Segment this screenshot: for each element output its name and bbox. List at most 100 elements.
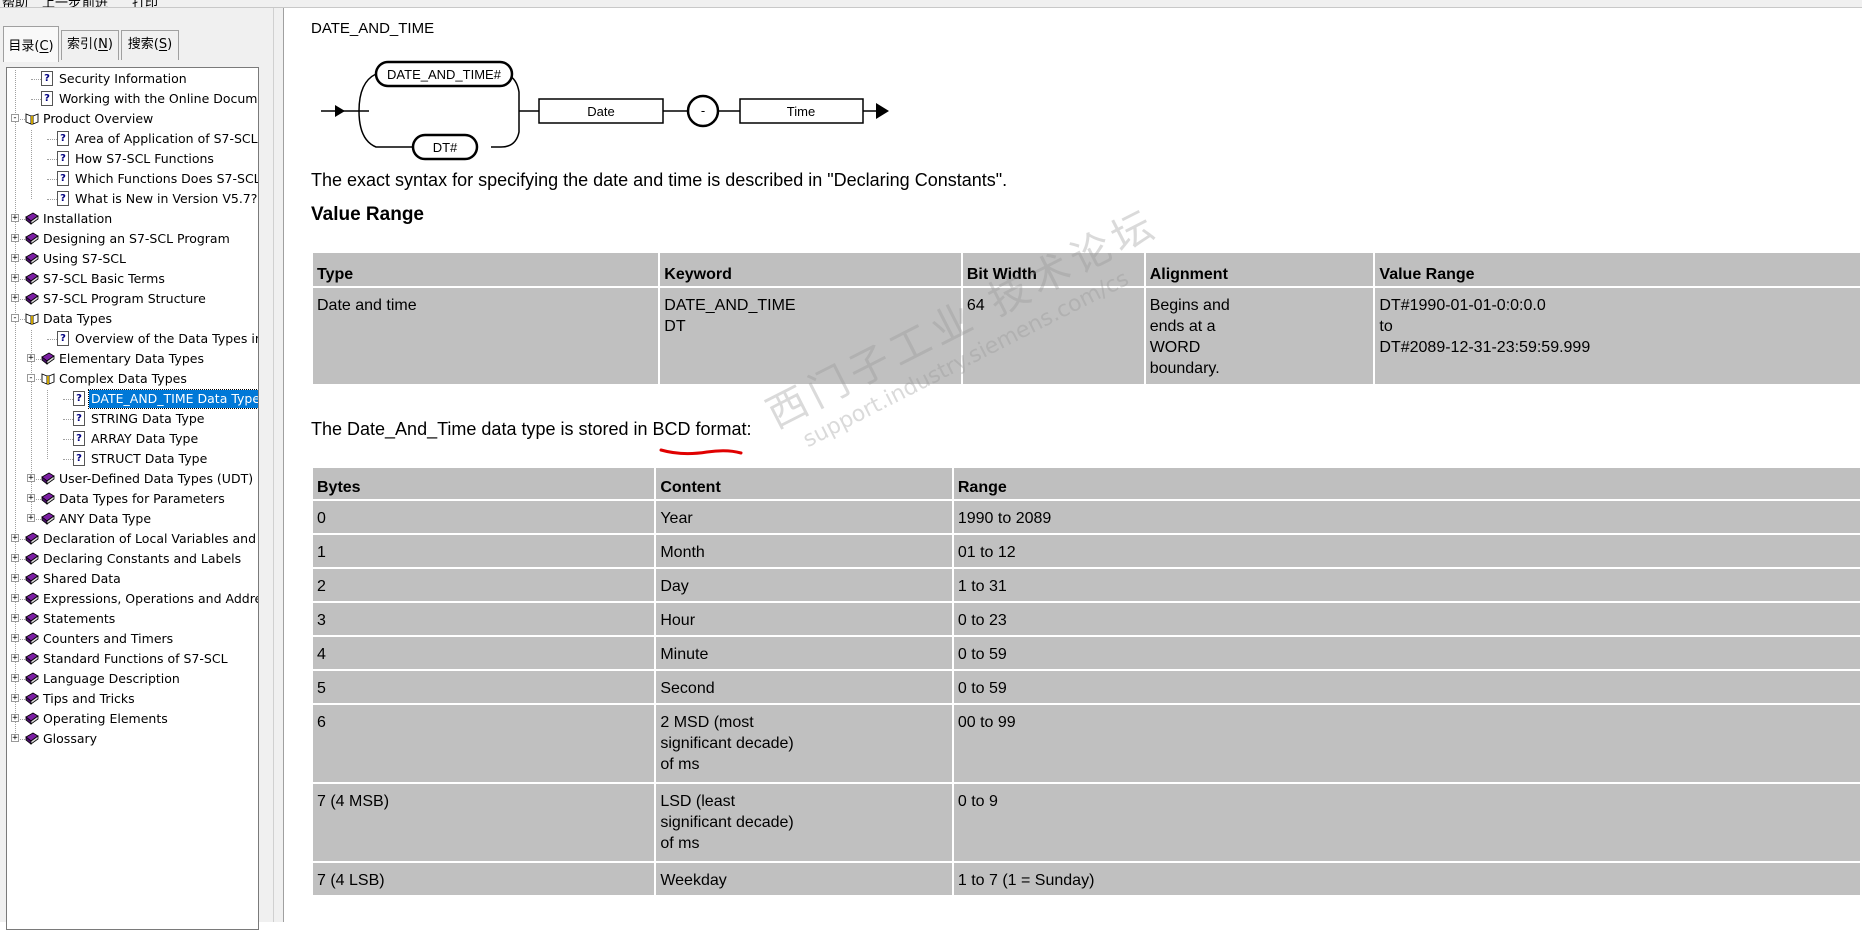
tree-item-label: Operating Elements xyxy=(43,711,168,726)
expand-icon[interactable]: + xyxy=(11,214,19,223)
expand-icon[interactable]: + xyxy=(11,614,19,623)
expand-icon[interactable]: + xyxy=(11,654,19,663)
tree-item-user-defined-data-types-udt[interactable]: + User-Defined Data Types (UDT) xyxy=(7,470,258,488)
tree-item-shared-data[interactable]: + Shared Data xyxy=(7,570,258,588)
tab-index[interactable]: 索引(N) xyxy=(61,30,119,60)
tree-item-how-s7-scl-functions[interactable]: ? How S7-SCL Functions xyxy=(7,150,258,168)
tree-item-label: Standard Functions of S7-SCL xyxy=(43,651,228,666)
separator-label: - xyxy=(701,103,705,118)
table-row: 62 MSD (most significant decade) of ms 00… xyxy=(313,705,1860,782)
tree-item-s7-scl-basic-terms[interactable]: + S7-SCL Basic Terms xyxy=(7,270,258,288)
closed-book-icon xyxy=(25,672,39,685)
tree-item-string-data-type[interactable]: ? STRING Data Type xyxy=(7,410,258,428)
tab-search[interactable]: 搜索(S) xyxy=(121,30,179,60)
tree-item-counters-and-timers[interactable]: + Counters and Timers xyxy=(7,630,258,648)
contents-tree[interactable]: ? Security Information ? Working with the O… xyxy=(6,67,259,930)
tree-item-label: Expressions, Operations and Addres xyxy=(43,591,259,606)
tree-connector xyxy=(47,139,57,140)
help-page-icon: ? xyxy=(41,91,53,106)
expand-icon[interactable]: + xyxy=(11,734,19,743)
tree-item-which-functions-does-s7-scl-of[interactable]: ? Which Functions Does S7-SCL Of xyxy=(7,170,258,188)
tree-item-expressions-operations-and-addres[interactable]: + Expressions, Operations and Addres xyxy=(7,590,258,608)
expand-icon[interactable]: + xyxy=(11,234,19,243)
closed-book-icon xyxy=(25,212,39,225)
expand-icon[interactable]: + xyxy=(11,594,19,603)
expand-icon[interactable]: + xyxy=(11,554,19,563)
closed-book-icon xyxy=(25,252,39,265)
expand-icon[interactable]: + xyxy=(11,534,19,543)
expand-icon[interactable]: + xyxy=(27,474,35,483)
tree-item-elementary-data-types[interactable]: + Elementary Data Types xyxy=(7,350,258,368)
menu-item-back[interactable]: 上一步 xyxy=(42,0,81,7)
collapse-icon[interactable]: - xyxy=(27,374,35,383)
tree-item-label: STRUCT Data Type xyxy=(91,451,208,466)
tree-item-label: Data Types xyxy=(43,311,113,326)
tree-item-statements[interactable]: + Statements xyxy=(7,610,258,628)
open-book-icon xyxy=(41,373,55,385)
red-underline-annotation xyxy=(659,448,743,456)
expand-icon[interactable]: + xyxy=(11,694,19,703)
tree-item-label: How S7-SCL Functions xyxy=(75,151,214,166)
table-cell: Date and time xyxy=(313,288,659,384)
table-cell: 4 xyxy=(313,637,655,669)
tree-item-working-with-the-online-documenta[interactable]: ? Working with the Online Documenta xyxy=(7,90,258,108)
collapse-icon[interactable]: - xyxy=(11,314,19,323)
table-row: Date and time DATE_AND_TIME DT 64 Begins an… xyxy=(313,288,1860,384)
tab-index-key: N xyxy=(98,37,108,52)
tree-item-product-overview[interactable]: - Product Overview xyxy=(7,110,258,128)
expand-icon[interactable]: + xyxy=(11,574,19,583)
collapse-icon[interactable]: - xyxy=(11,114,19,123)
tree-item-standard-functions-of-s7-scl[interactable]: + Standard Functions of S7-SCL xyxy=(7,650,258,668)
tree-item-struct-data-type[interactable]: ? STRUCT Data Type xyxy=(7,450,258,468)
table-header-row: Type Keyword Bit Width Alignment Value R… xyxy=(313,253,1860,286)
expand-icon[interactable]: + xyxy=(11,274,19,283)
tree-item-glossary[interactable]: + Glossary xyxy=(7,730,258,748)
expand-icon[interactable]: + xyxy=(11,634,19,643)
tree-item-date-and-time-data-type[interactable]: ? DATE_AND_TIME Data Type xyxy=(7,389,258,409)
diagram-title: DATE_AND_TIME xyxy=(311,20,435,37)
tree-item-complex-data-types[interactable]: - Complex Data Types xyxy=(7,370,258,388)
help-page-icon: ? xyxy=(57,191,69,206)
expand-icon[interactable]: + xyxy=(27,514,35,523)
tree-item-label: Installation xyxy=(43,211,113,226)
expand-icon[interactable]: + xyxy=(11,674,19,683)
pane-splitter[interactable] xyxy=(273,8,284,922)
tree-item-declaring-constants-and-labels[interactable]: + Declaring Constants and Labels xyxy=(7,550,258,568)
tab-contents[interactable]: 目录(C) xyxy=(3,26,59,62)
tree-item-what-is-new-in-version-v5-7[interactable]: ? What is New in Version V5.7? xyxy=(7,190,258,208)
tree-item-designing-an-s7-scl-program[interactable]: + Designing an S7-SCL Program xyxy=(7,230,258,248)
tab-index-suffix: ) xyxy=(107,37,113,52)
menu-item-print[interactable]: 打印 xyxy=(132,0,158,7)
tree-item-using-s7-scl[interactable]: + Using S7-SCL xyxy=(7,250,258,268)
closed-book-icon xyxy=(41,492,55,505)
tree-item-tips-and-tricks[interactable]: + Tips and Tricks xyxy=(7,690,258,708)
date-box-label: Date xyxy=(587,104,614,119)
expand-icon[interactable]: + xyxy=(11,254,19,263)
closed-book-icon xyxy=(25,592,39,605)
tree-item-security-information[interactable]: ? Security Information xyxy=(7,70,258,88)
tree-item-installation[interactable]: + Installation xyxy=(7,210,258,228)
help-page-icon: ? xyxy=(73,411,85,426)
tree-item-language-description[interactable]: + Language Description xyxy=(7,670,258,688)
tree-item-s7-scl-program-structure[interactable]: + S7-SCL Program Structure xyxy=(7,290,258,308)
tree-item-declaration-of-local-variables-and-p[interactable]: + Declaration of Local Variables and P xyxy=(7,530,258,548)
tree-item-data-types-for-parameters[interactable]: + Data Types for Parameters xyxy=(7,490,258,508)
menu-item-forward[interactable]: 前进 xyxy=(82,0,108,7)
tree-item-area-of-application-of-s7-scl[interactable]: ? Area of Application of S7-SCL xyxy=(7,130,258,148)
tree-item-operating-elements[interactable]: + Operating Elements xyxy=(7,710,258,728)
tree-item-any-data-type[interactable]: + ANY Data Type xyxy=(7,510,258,528)
table-cell: Year xyxy=(656,501,952,533)
tree-item-overview-of-the-data-types-in-s7[interactable]: ? Overview of the Data Types in S7 xyxy=(7,330,258,348)
closed-book-icon xyxy=(25,292,39,305)
tree-item-data-types[interactable]: - Data Types xyxy=(7,310,258,328)
tree-item-array-data-type[interactable]: ? ARRAY Data Type xyxy=(7,430,258,448)
expand-icon[interactable]: + xyxy=(27,354,35,363)
menu-item-help[interactable]: 帮助 xyxy=(2,0,28,7)
header-type: Type xyxy=(313,253,659,286)
expand-icon[interactable]: + xyxy=(11,714,19,723)
expand-icon[interactable]: + xyxy=(27,494,35,503)
tab-contents-key: C xyxy=(39,39,49,54)
expand-icon[interactable]: + xyxy=(11,294,19,303)
dt-long-keyword: DATE_AND_TIME# xyxy=(387,67,502,82)
bcd-bytes-table: Bytes Content Range 0 Year 1990 to 2089 1 Mo… xyxy=(311,466,1862,897)
